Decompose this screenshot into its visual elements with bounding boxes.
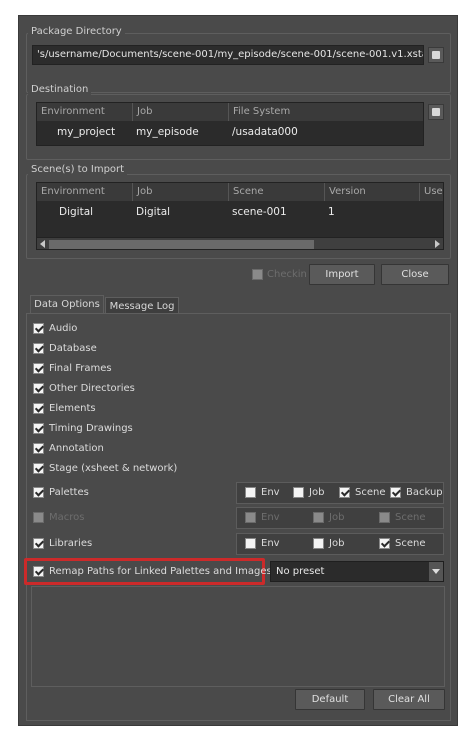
other-directories-label: Other Directories xyxy=(49,383,135,394)
stage-checkbox[interactable] xyxy=(33,463,44,474)
palettes-checkbox[interactable] xyxy=(33,487,44,498)
other-directories-checkbox[interactable] xyxy=(33,383,44,394)
macros-env-label: Env xyxy=(261,512,280,523)
destination-cell-job[interactable]: my_episode xyxy=(136,123,199,141)
preset-dropdown[interactable]: No preset xyxy=(270,561,444,582)
palettes-backup-label: Backup xyxy=(406,487,443,498)
destination-col-environment[interactable]: Environment xyxy=(37,103,132,121)
macros-env-checkbox[interactable] xyxy=(245,512,256,523)
scenes-table[interactable]: Environment Job Scene Version Use Digita… xyxy=(36,182,444,250)
audio-label: Audio xyxy=(49,323,78,334)
preset-dropdown-value: No preset xyxy=(276,566,325,577)
libraries-checkbox[interactable] xyxy=(33,538,44,549)
destination-cell-environment[interactable]: my_project xyxy=(57,123,115,141)
clear-all-button[interactable]: Clear All xyxy=(373,689,445,710)
destination-browse-icon[interactable] xyxy=(428,104,444,120)
scroll-left-icon[interactable] xyxy=(40,240,45,248)
scenes-cell-environment[interactable]: Digital xyxy=(59,203,93,221)
palettes-job-checkbox[interactable] xyxy=(293,487,304,498)
macros-job-label: Job xyxy=(329,512,345,523)
import-button[interactable]: Import xyxy=(309,264,375,285)
scroll-right-icon[interactable] xyxy=(435,240,440,248)
libraries-env-checkbox[interactable] xyxy=(245,538,256,549)
timing-drawings-checkbox[interactable] xyxy=(33,423,44,434)
libraries-job-label: Job xyxy=(329,538,345,549)
libraries-label: Libraries xyxy=(49,538,93,549)
elements-checkbox[interactable] xyxy=(33,403,44,414)
checkin-checkbox[interactable] xyxy=(252,269,263,280)
database-label: Database xyxy=(49,343,97,354)
tab-message-log[interactable]: Message Log xyxy=(105,297,179,314)
macros-scene-checkbox[interactable] xyxy=(379,512,390,523)
scenes-cell-job[interactable]: Digital xyxy=(136,203,170,221)
annotation-checkbox[interactable] xyxy=(33,443,44,454)
palettes-job-label: Job xyxy=(309,487,325,498)
final-frames-label: Final Frames xyxy=(49,363,112,374)
macros-checkbox[interactable] xyxy=(33,512,44,523)
scenes-col-job[interactable]: Job xyxy=(132,183,228,201)
destination-col-file-system[interactable]: File System xyxy=(228,103,423,121)
libraries-scene-label: Scene xyxy=(395,538,426,549)
package-directory-title: Package Directory xyxy=(28,26,125,38)
palettes-scene-checkbox[interactable] xyxy=(339,487,350,498)
chevron-down-icon[interactable] xyxy=(429,562,443,581)
stage-label: Stage (xsheet & network) xyxy=(49,463,178,474)
palettes-env-label: Env xyxy=(261,487,280,498)
palettes-env-checkbox[interactable] xyxy=(245,487,256,498)
import-dialog: Package Directory 's/username/Documents/… xyxy=(18,15,458,726)
libraries-job-checkbox[interactable] xyxy=(313,538,324,549)
libraries-scene-checkbox[interactable] xyxy=(379,538,390,549)
scroll-thumb[interactable] xyxy=(49,240,314,249)
scenes-cell-scene[interactable]: scene-001 xyxy=(232,203,287,221)
annotation-label: Annotation xyxy=(49,443,104,454)
package-path-field[interactable]: 's/username/Documents/scene-001/my_episo… xyxy=(32,45,424,65)
default-button[interactable]: Default xyxy=(295,689,365,710)
scenes-title: Scene(s) to Import xyxy=(28,164,128,176)
destination-col-job[interactable]: Job xyxy=(132,103,228,121)
checkin-label: Checkin xyxy=(267,269,307,280)
database-checkbox[interactable] xyxy=(33,343,44,354)
final-frames-checkbox[interactable] xyxy=(33,363,44,374)
scenes-col-use[interactable]: Use xyxy=(419,183,443,201)
tab-data-options[interactable]: Data Options xyxy=(30,295,104,314)
scenes-table-header: Environment Job Scene Version Use xyxy=(37,183,443,201)
destination-cell-file-system[interactable]: /usadata000 xyxy=(232,123,298,141)
palettes-scene-label: Scene xyxy=(355,487,386,498)
destination-table[interactable]: Environment Job File System my_project m… xyxy=(36,102,424,146)
remap-paths-checkbox[interactable] xyxy=(33,566,44,577)
scenes-col-environment[interactable]: Environment xyxy=(37,183,132,201)
remap-paths-label: Remap Paths for Linked Palettes and Imag… xyxy=(49,566,272,577)
remap-details-area[interactable] xyxy=(31,586,445,687)
scenes-cell-version[interactable]: 1 xyxy=(328,203,335,221)
audio-checkbox[interactable] xyxy=(33,323,44,334)
macros-label: Macros xyxy=(49,512,85,523)
palettes-backup-checkbox[interactable] xyxy=(390,487,401,498)
destination-table-header: Environment Job File System xyxy=(37,103,423,121)
scenes-col-scene[interactable]: Scene xyxy=(228,183,324,201)
macros-scene-label: Scene xyxy=(395,512,426,523)
destination-title: Destination xyxy=(28,84,92,96)
scenes-col-version[interactable]: Version xyxy=(324,183,419,201)
package-browse-icon[interactable] xyxy=(428,47,444,63)
libraries-env-label: Env xyxy=(261,538,280,549)
scenes-horizontal-scrollbar[interactable] xyxy=(37,237,443,249)
palettes-label: Palettes xyxy=(49,487,89,498)
elements-label: Elements xyxy=(49,403,96,414)
timing-drawings-label: Timing Drawings xyxy=(49,423,133,434)
close-button[interactable]: Close xyxy=(381,264,449,285)
macros-job-checkbox[interactable] xyxy=(313,512,324,523)
